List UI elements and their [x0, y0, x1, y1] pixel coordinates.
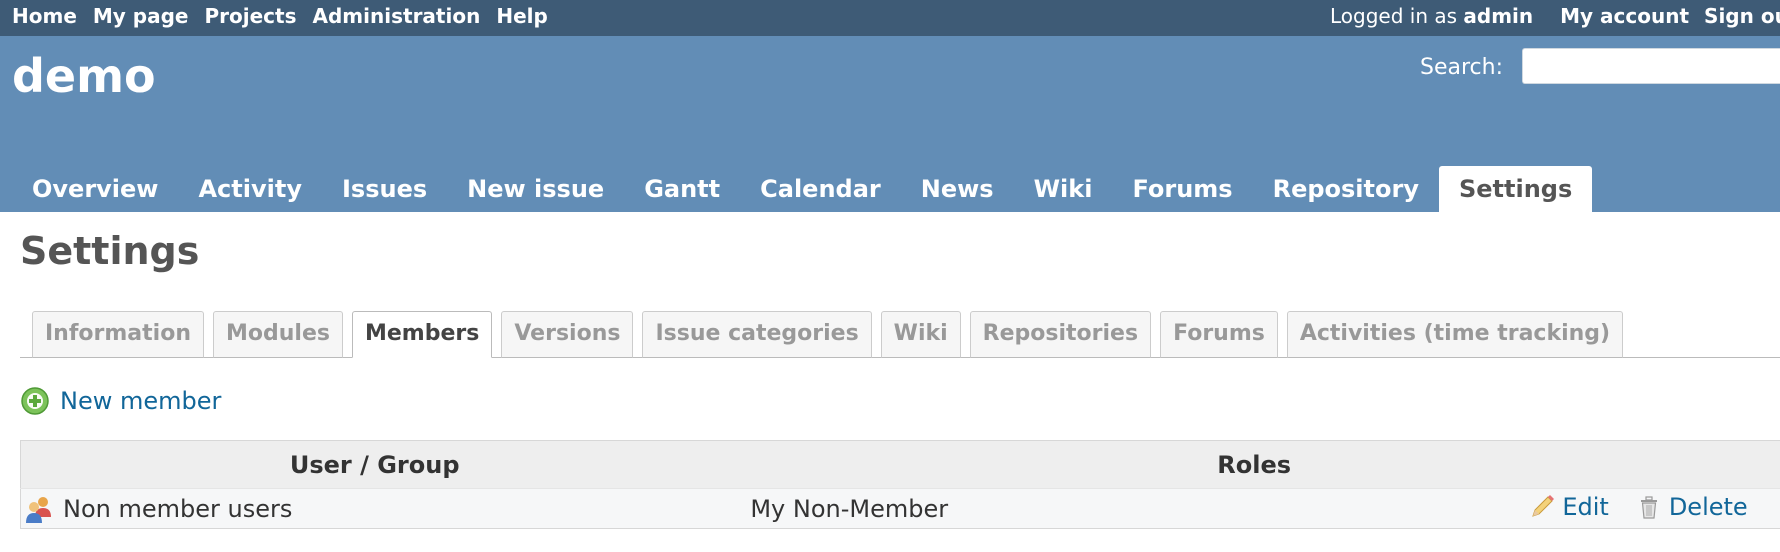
- logged-in-as: Logged in as admin: [1330, 4, 1533, 28]
- group-icon: [26, 496, 51, 523]
- edit-button[interactable]: Edit: [1528, 493, 1609, 521]
- tab-forums[interactable]: Forums: [1160, 311, 1278, 358]
- tab-repositories[interactable]: Repositories: [969, 311, 1152, 358]
- tab-item: Versions: [501, 311, 634, 358]
- top-link-administration[interactable]: Administration: [313, 4, 481, 28]
- trash-icon: [1640, 496, 1657, 519]
- tab-issue-categories[interactable]: Issue categories: [642, 311, 872, 358]
- edit-label: Edit: [1562, 493, 1609, 521]
- logged-in-user[interactable]: admin: [1463, 4, 1533, 28]
- new-member-label: New member: [60, 387, 222, 415]
- main-menu-issues[interactable]: Issues: [322, 166, 447, 212]
- tab-information[interactable]: Information: [32, 311, 204, 358]
- column-header-user-group: User / Group: [20, 440, 729, 489]
- tab-activities[interactable]: Activities (time tracking): [1286, 311, 1624, 358]
- main-menu-activity[interactable]: Activity: [178, 166, 322, 212]
- main-menu-calendar[interactable]: Calendar: [740, 166, 901, 212]
- top-link-help[interactable]: Help: [496, 4, 547, 28]
- main-menu: Overview Activity Issues New issue Gantt…: [12, 166, 1593, 212]
- new-member-link[interactable]: New member: [20, 384, 221, 418]
- settings-tabs: Information Modules Members Versions Iss…: [20, 310, 1780, 358]
- my-account-link[interactable]: My account: [1560, 4, 1689, 28]
- user-cell: Non member users: [20, 488, 729, 529]
- roles-cell: My Non-Member Edit Delete: [728, 488, 1780, 529]
- member-roles: My Non-Member: [750, 495, 949, 523]
- main-menu-overview[interactable]: Overview: [12, 166, 178, 212]
- top-menu-left: Home My page Projects Administration Hel…: [12, 0, 564, 32]
- main-menu-forums[interactable]: Forums: [1112, 166, 1252, 212]
- tab-item: Activities (time tracking): [1286, 311, 1624, 358]
- main-menu-settings[interactable]: Settings: [1438, 166, 1593, 212]
- delete-label: Delete: [1668, 493, 1748, 521]
- settings-tab-list: Information Modules Members Versions Iss…: [32, 311, 1632, 358]
- tab-wiki[interactable]: Wiki: [880, 311, 961, 358]
- top-link-home[interactable]: Home: [12, 4, 77, 28]
- main-menu-news[interactable]: News: [901, 166, 1014, 212]
- members-table: User / Group Roles Non member users My N…: [20, 440, 1780, 529]
- tab-item: Forums: [1160, 311, 1278, 358]
- members-table-head: User / Group Roles: [20, 440, 1780, 489]
- add-circle-icon: [21, 387, 49, 415]
- members-table-body: Non member users My Non-Member Edit Dele…: [20, 488, 1780, 529]
- table-header-row: User / Group Roles: [20, 440, 1780, 489]
- main-menu-repository[interactable]: Repository: [1253, 166, 1439, 212]
- logged-in-prefix: Logged in as: [1330, 4, 1458, 28]
- tab-item: Members: [351, 311, 493, 358]
- main-menu-new-issue[interactable]: New issue: [447, 166, 624, 212]
- tab-modules[interactable]: Modules: [213, 311, 343, 358]
- tab-members[interactable]: Members: [351, 311, 493, 358]
- tab-item: Issue categories: [642, 311, 872, 358]
- search-label: Search:: [1420, 55, 1503, 80]
- project-title: demo: [12, 49, 156, 103]
- tab-item: Wiki: [880, 311, 961, 358]
- column-header-roles: Roles: [728, 440, 1780, 489]
- top-menu: Home My page Projects Administration Hel…: [0, 0, 1780, 36]
- tab-versions[interactable]: Versions: [501, 311, 634, 358]
- delete-button[interactable]: Delete: [1635, 493, 1748, 521]
- page-title: Settings: [20, 229, 200, 273]
- pencil-icon: [1532, 495, 1555, 517]
- tab-item: Information: [32, 311, 204, 358]
- main-menu-wiki[interactable]: Wiki: [1014, 166, 1113, 212]
- main-menu-gantt[interactable]: Gantt: [624, 166, 740, 212]
- table-row: Non member users My Non-Member Edit Dele…: [20, 488, 1780, 529]
- user-cell-content: Non member users: [21, 493, 728, 525]
- top-menu-right: Logged in as admin My account Sign out: [1330, 0, 1780, 32]
- tab-item: Repositories: [969, 311, 1152, 358]
- sign-out-link[interactable]: Sign out: [1704, 4, 1780, 28]
- search-input[interactable]: [1522, 48, 1780, 84]
- row-actions: Edit Delete: [1528, 493, 1748, 521]
- member-name[interactable]: Non member users: [63, 495, 292, 523]
- top-link-projects[interactable]: Projects: [205, 4, 297, 28]
- top-link-my-page[interactable]: My page: [93, 4, 189, 28]
- tab-item: Modules: [213, 311, 343, 358]
